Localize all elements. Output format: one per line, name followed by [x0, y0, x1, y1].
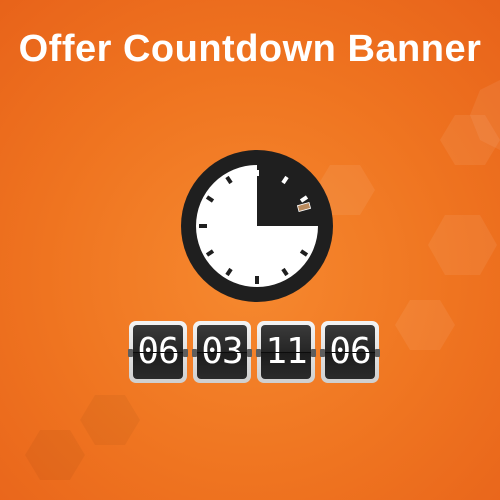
flip-hinge [183, 349, 188, 357]
countdown-digit-box: 11 [256, 321, 316, 383]
countdown-digit-box: 03 [192, 321, 252, 383]
stopwatch-icon [175, 150, 341, 302]
flip-hinge [320, 349, 325, 357]
flip-hinge [128, 349, 133, 357]
flip-hinge [311, 349, 316, 357]
flip-hinge [192, 349, 197, 357]
flip-hinge [375, 349, 380, 357]
flip-hinge [247, 349, 252, 357]
countdown-digit-box: 06 [320, 321, 380, 383]
countdown-digit-box: 06 [128, 321, 188, 383]
countdown-digit: 11 [265, 331, 307, 372]
flip-hinge [256, 349, 261, 357]
countdown-digit: 06 [137, 331, 179, 372]
banner-title: Offer Countdown Banner [18, 28, 482, 70]
countdown-digit: 03 [201, 331, 243, 372]
countdown-timer: 06 03 11 06 [128, 321, 385, 385]
countdown-digit: 06 [329, 331, 371, 372]
